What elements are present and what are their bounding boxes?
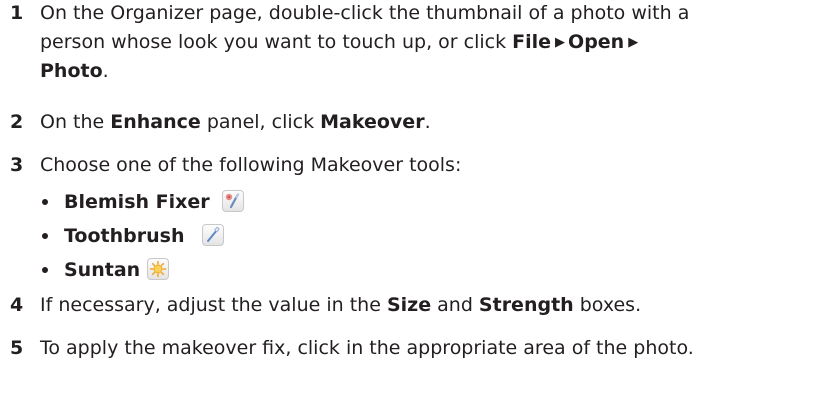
toothbrush-icon (202, 224, 224, 246)
tool-label: Blemish Fixer (64, 191, 210, 213)
menu-arrow-icon: ▶ (555, 35, 566, 50)
step-text-line: On the Enhance panel, click Makeover. (40, 109, 830, 136)
step-text: and (431, 294, 479, 316)
step-text: person whose look you want to touch up, … (40, 31, 513, 53)
step-text: If necessary, adjust the value in the (40, 294, 387, 316)
menu-open: Open (568, 31, 625, 53)
tool-label: Suntan (64, 259, 141, 281)
suntan-icon (147, 258, 169, 280)
makeover-label: Makeover (320, 111, 425, 133)
bullet-icon (42, 199, 48, 205)
step-number: 1 (10, 2, 24, 24)
bullet-icon (42, 233, 48, 239)
step-text: . (424, 111, 431, 133)
step-text-line: To apply the makeover fix, click in the … (40, 335, 830, 362)
bullet-icon (42, 267, 48, 273)
step-number: 3 (10, 154, 24, 176)
step-text-line: Photo. (40, 58, 830, 85)
step-number: 5 (10, 337, 24, 359)
step-text-line: If necessary, adjust the value in the Si… (40, 292, 830, 319)
step-text: boxes. (573, 294, 642, 316)
size-box-label: Size (386, 294, 432, 316)
tool-label: Toothbrush (64, 225, 185, 247)
menu-arrow-icon: ▶ (628, 35, 639, 50)
step-text: On the (40, 111, 111, 133)
step-number: 4 (10, 294, 24, 316)
step-text-line: person whose look you want to touch up, … (40, 29, 830, 56)
menu-file: File (512, 31, 552, 53)
step-text: . (102, 60, 109, 82)
step-text-line: On the Organizer page, double-click the … (40, 0, 830, 27)
step-text: Choose one of the following Makeover too… (40, 154, 462, 176)
strength-box-label: Strength (478, 294, 574, 316)
step-text: panel, click (200, 111, 321, 133)
step-text-line: Choose one of the following Makeover too… (40, 152, 830, 179)
blemish-fixer-icon (222, 190, 244, 212)
enhance-panel-label: Enhance (110, 111, 201, 133)
menu-photo: Photo (40, 60, 103, 82)
step-text: On the Organizer page, double-click the … (40, 2, 690, 24)
step-text: To apply the makeover fix, click in the … (40, 337, 694, 359)
step-number: 2 (10, 111, 24, 133)
